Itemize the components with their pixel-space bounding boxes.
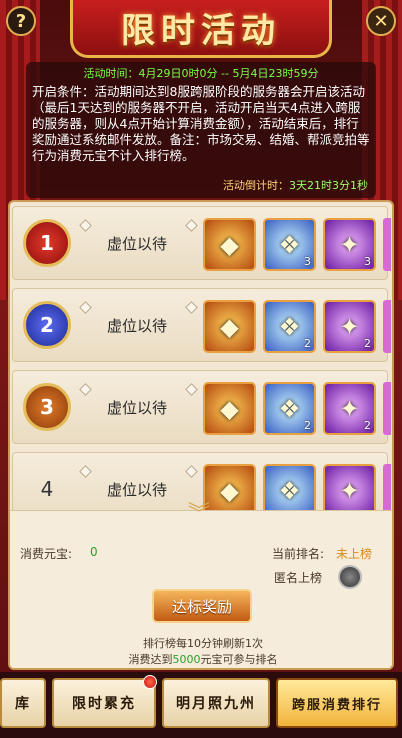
gold-token-icon[interactable]: ◆: [203, 382, 256, 435]
close-button[interactable]: ✕: [366, 6, 396, 36]
activity-description: 开启条件：活动期间达到8服跨服阶段的服务器会开启该活动（最后1天达到的服务器不开…: [32, 84, 370, 163]
activity-screen: ? ✕ 限时活动 活动时间：4月29日0时0分 -- 5月4日23时59分 开启…: [0, 0, 402, 738]
blue-gem-icon[interactable]: ❖ 2: [263, 382, 316, 435]
diamond-icon: [79, 465, 92, 478]
activity-info: 活动时间：4月29日0时0分 -- 5月4日23时59分 开启条件：活动期间达到…: [26, 62, 376, 198]
gold-token-icon[interactable]: ◆: [203, 300, 256, 353]
minimum-note: 消费达到5000元宝可参与排名: [128, 653, 278, 666]
rank-number: 2: [40, 313, 54, 337]
next-reward-peek: [383, 300, 391, 353]
tab-cross-server-ranking[interactable]: 跨服消费排行: [276, 678, 398, 728]
rank-number: 3: [40, 395, 54, 419]
activity-time-value: 4月29日0时0分 -- 5月4日23时59分: [138, 67, 319, 80]
diamond-icon: [79, 301, 92, 314]
diamond-icon: [185, 465, 198, 478]
next-reward-peek: [383, 218, 391, 271]
reward-button[interactable]: 达标奖励: [152, 589, 252, 623]
purple-orb-icon[interactable]: ✦ 3: [323, 218, 376, 271]
current-rank-value: 未上榜: [336, 547, 373, 561]
tab-limited-recharge[interactable]: 限时累充: [52, 675, 157, 728]
rank-number: 1: [40, 231, 54, 255]
diamond-icon: [79, 219, 92, 232]
item-count: 3: [364, 255, 371, 268]
item-count: 2: [364, 337, 371, 350]
ranking-row: 2 虚位以待 ◆ ❖ 2 ✦ 2: [12, 288, 391, 362]
activity-time-label: 活动时间：: [83, 67, 139, 80]
activity-time: 活动时间：4月29日0时0分 -- 5月4日23时59分: [32, 66, 370, 82]
rank-medal-silver-icon: 2: [23, 301, 71, 349]
page-title: 限时活动: [121, 11, 281, 51]
item-count: 2: [304, 419, 311, 432]
help-button[interactable]: ?: [6, 6, 36, 36]
ranking-row: 3 虚位以待 ◆ ❖ 2 ✦ 2: [12, 370, 391, 444]
rank-medal-gold-icon: 1: [23, 219, 71, 267]
tab-moon-event[interactable]: 明月照九州: [162, 678, 270, 728]
ranking-panel: 1 虚位以待 ◆ ❖ 3 ✦ 3 2 虚位以待 ◆ ❖ 2 ✦ 2 3 虚位以待 ◆: [8, 200, 394, 670]
notification-dot-icon: [143, 675, 157, 689]
tab-partial[interactable]: 库: [0, 678, 46, 728]
player-name: 虚位以待: [107, 481, 168, 499]
my-stats: 消费元宝: 0 当前排名: 未上榜 匿名上榜 达标奖励 排行榜每10分钟刷新1次…: [10, 510, 392, 668]
close-icon: ✕: [373, 10, 389, 32]
player-name: 虚位以待: [107, 235, 168, 253]
help-icon: ?: [15, 10, 27, 32]
anonymous-label: 匿名上榜: [274, 571, 323, 585]
spent-label: 消费元宝:: [20, 547, 73, 561]
chevron-down-icon: ︾: [187, 502, 210, 527]
anonymous-toggle[interactable]: [338, 565, 362, 589]
purple-orb-icon[interactable]: ✦ 2: [323, 300, 376, 353]
countdown-value: 3天21时3分1秒: [289, 179, 368, 192]
spent-value: 0: [90, 545, 98, 559]
gold-token-icon[interactable]: ◆: [203, 218, 256, 271]
rank-medal-bronze-icon: 3: [23, 383, 71, 431]
rank-number-plain: 4: [23, 465, 71, 513]
current-rank-label: 当前排名:: [272, 547, 325, 561]
diamond-icon: [185, 219, 198, 232]
item-count: 2: [304, 337, 311, 350]
rank-number: 4: [40, 477, 54, 501]
item-count: 2: [364, 419, 371, 432]
blue-gem-icon[interactable]: ❖ 2: [263, 300, 316, 353]
countdown-label: 活动倒计时：: [223, 179, 289, 192]
diamond-icon: [185, 383, 198, 396]
item-count: 3: [304, 255, 311, 268]
countdown: 活动倒计时：3天21时3分1秒: [223, 178, 368, 194]
tab-bar: 库 限时累充 明月照九州 跨服消费排行: [0, 672, 402, 738]
refresh-note: 排行榜每10分钟刷新1次: [143, 637, 263, 650]
diamond-icon: [185, 301, 198, 314]
purple-orb-icon[interactable]: ✦ 2: [323, 382, 376, 435]
diamond-icon: [79, 383, 92, 396]
next-reward-peek: [383, 382, 391, 435]
blue-gem-icon[interactable]: ❖ 3: [263, 218, 316, 271]
title-banner: 限时活动: [70, 0, 332, 58]
ranking-row: 1 虚位以待 ◆ ❖ 3 ✦ 3: [12, 206, 391, 280]
player-name: 虚位以待: [107, 399, 168, 417]
player-name: 虚位以待: [107, 317, 168, 335]
